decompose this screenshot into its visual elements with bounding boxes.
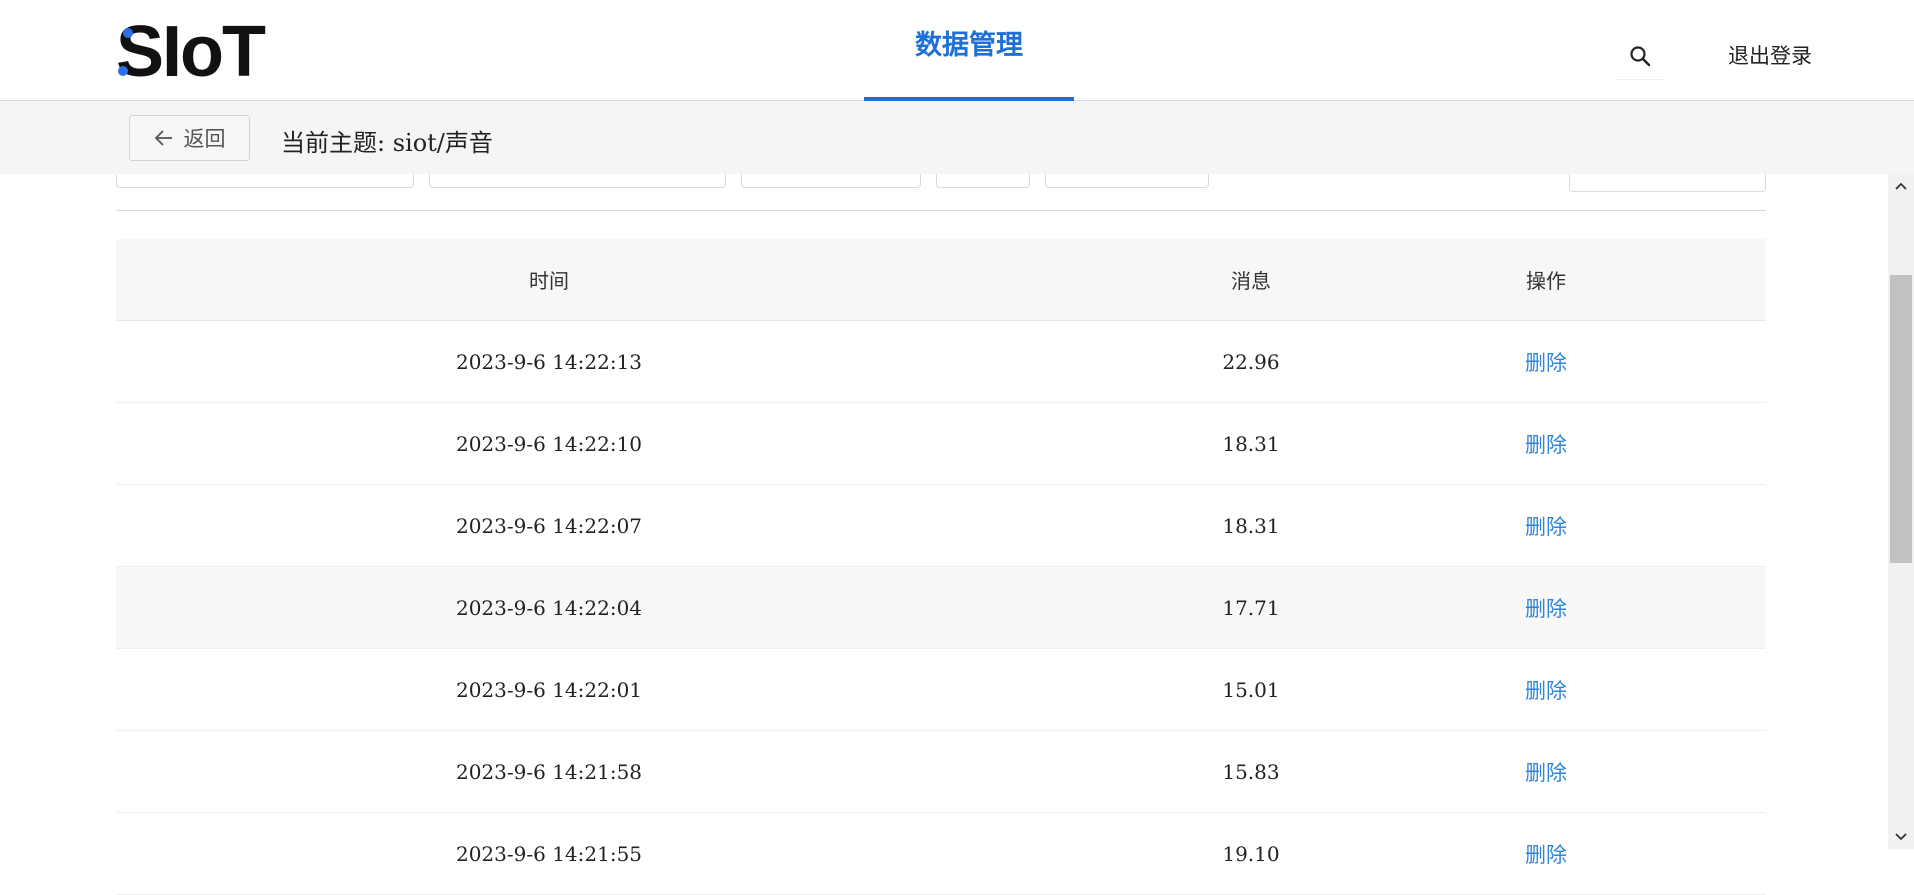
logo-dot [123,28,133,38]
delete-link[interactable]: 删除 [1525,593,1567,623]
chevron-up-icon [1895,182,1907,190]
row-time: 2023-9-6 14:22:01 [455,677,643,702]
table-row: 2023-9-6 14:22:01 15.01 删除 [116,649,1766,731]
top-header: SIoT 数据管理 退出登录 [0,0,1914,101]
delete-link[interactable]: 删除 [1525,675,1567,705]
header-action: 操作 [1526,269,1566,293]
delete-link[interactable]: 删除 [1525,347,1567,377]
delete-link[interactable]: 删除 [1525,757,1567,787]
current-topic: 当前主题: siot/声音 [281,129,493,157]
scrollbar-thumb[interactable] [1890,275,1912,563]
table-row: 2023-9-6 14:22:04 17.71 删除 [116,567,1766,649]
row-time: 2023-9-6 14:22:13 [455,349,643,374]
row-time: 2023-9-6 14:21:55 [455,841,643,866]
logout-button[interactable]: 退出登录 [1728,40,1812,70]
row-time: 2023-9-6 14:22:04 [455,595,643,620]
table-row: 2023-9-6 14:22:07 18.31 删除 [116,485,1766,567]
tab-data-management-label: 数据管理 [915,30,1023,61]
search-icon [1630,45,1651,66]
back-button[interactable]: 返回 [129,115,250,161]
header-time: 时间 [529,269,569,293]
table-row: 2023-9-6 14:22:13 22.96 删除 [116,321,1766,403]
siot-logo[interactable]: SIoT [116,12,266,92]
search-button[interactable] [1616,32,1664,80]
data-table: 时间 消息 操作 2023-9-6 14:22:13 22.96 删除 2023… [116,239,1766,895]
delete-link[interactable]: 删除 [1525,429,1567,459]
logo-dot [118,66,128,76]
chevron-down-icon [1895,833,1907,841]
vertical-scrollbar[interactable] [1888,174,1914,849]
topic-bar: 返回 当前主题: siot/声音 [0,101,1914,174]
delete-link[interactable]: 删除 [1525,839,1567,869]
table-row: 2023-9-6 14:22:10 18.31 删除 [116,403,1766,485]
row-time: 2023-9-6 14:22:10 [455,431,643,456]
scroll-down-button[interactable] [1888,825,1914,849]
table-header: 时间 消息 操作 [116,239,1766,321]
table-row: 2023-9-6 14:21:55 19.10 删除 [116,813,1766,895]
tab-data-management[interactable]: 数据管理 [864,0,1074,101]
delete-link[interactable]: 删除 [1525,511,1567,541]
row-time: 2023-9-6 14:21:58 [455,759,643,784]
arrow-left-icon [154,130,172,146]
divider [116,210,1766,211]
scroll-up-button[interactable] [1888,174,1914,198]
row-time: 2023-9-6 14:22:07 [455,513,643,538]
back-button-label: 返回 [183,127,226,151]
table-row: 2023-9-6 14:21:58 15.83 删除 [116,731,1766,813]
